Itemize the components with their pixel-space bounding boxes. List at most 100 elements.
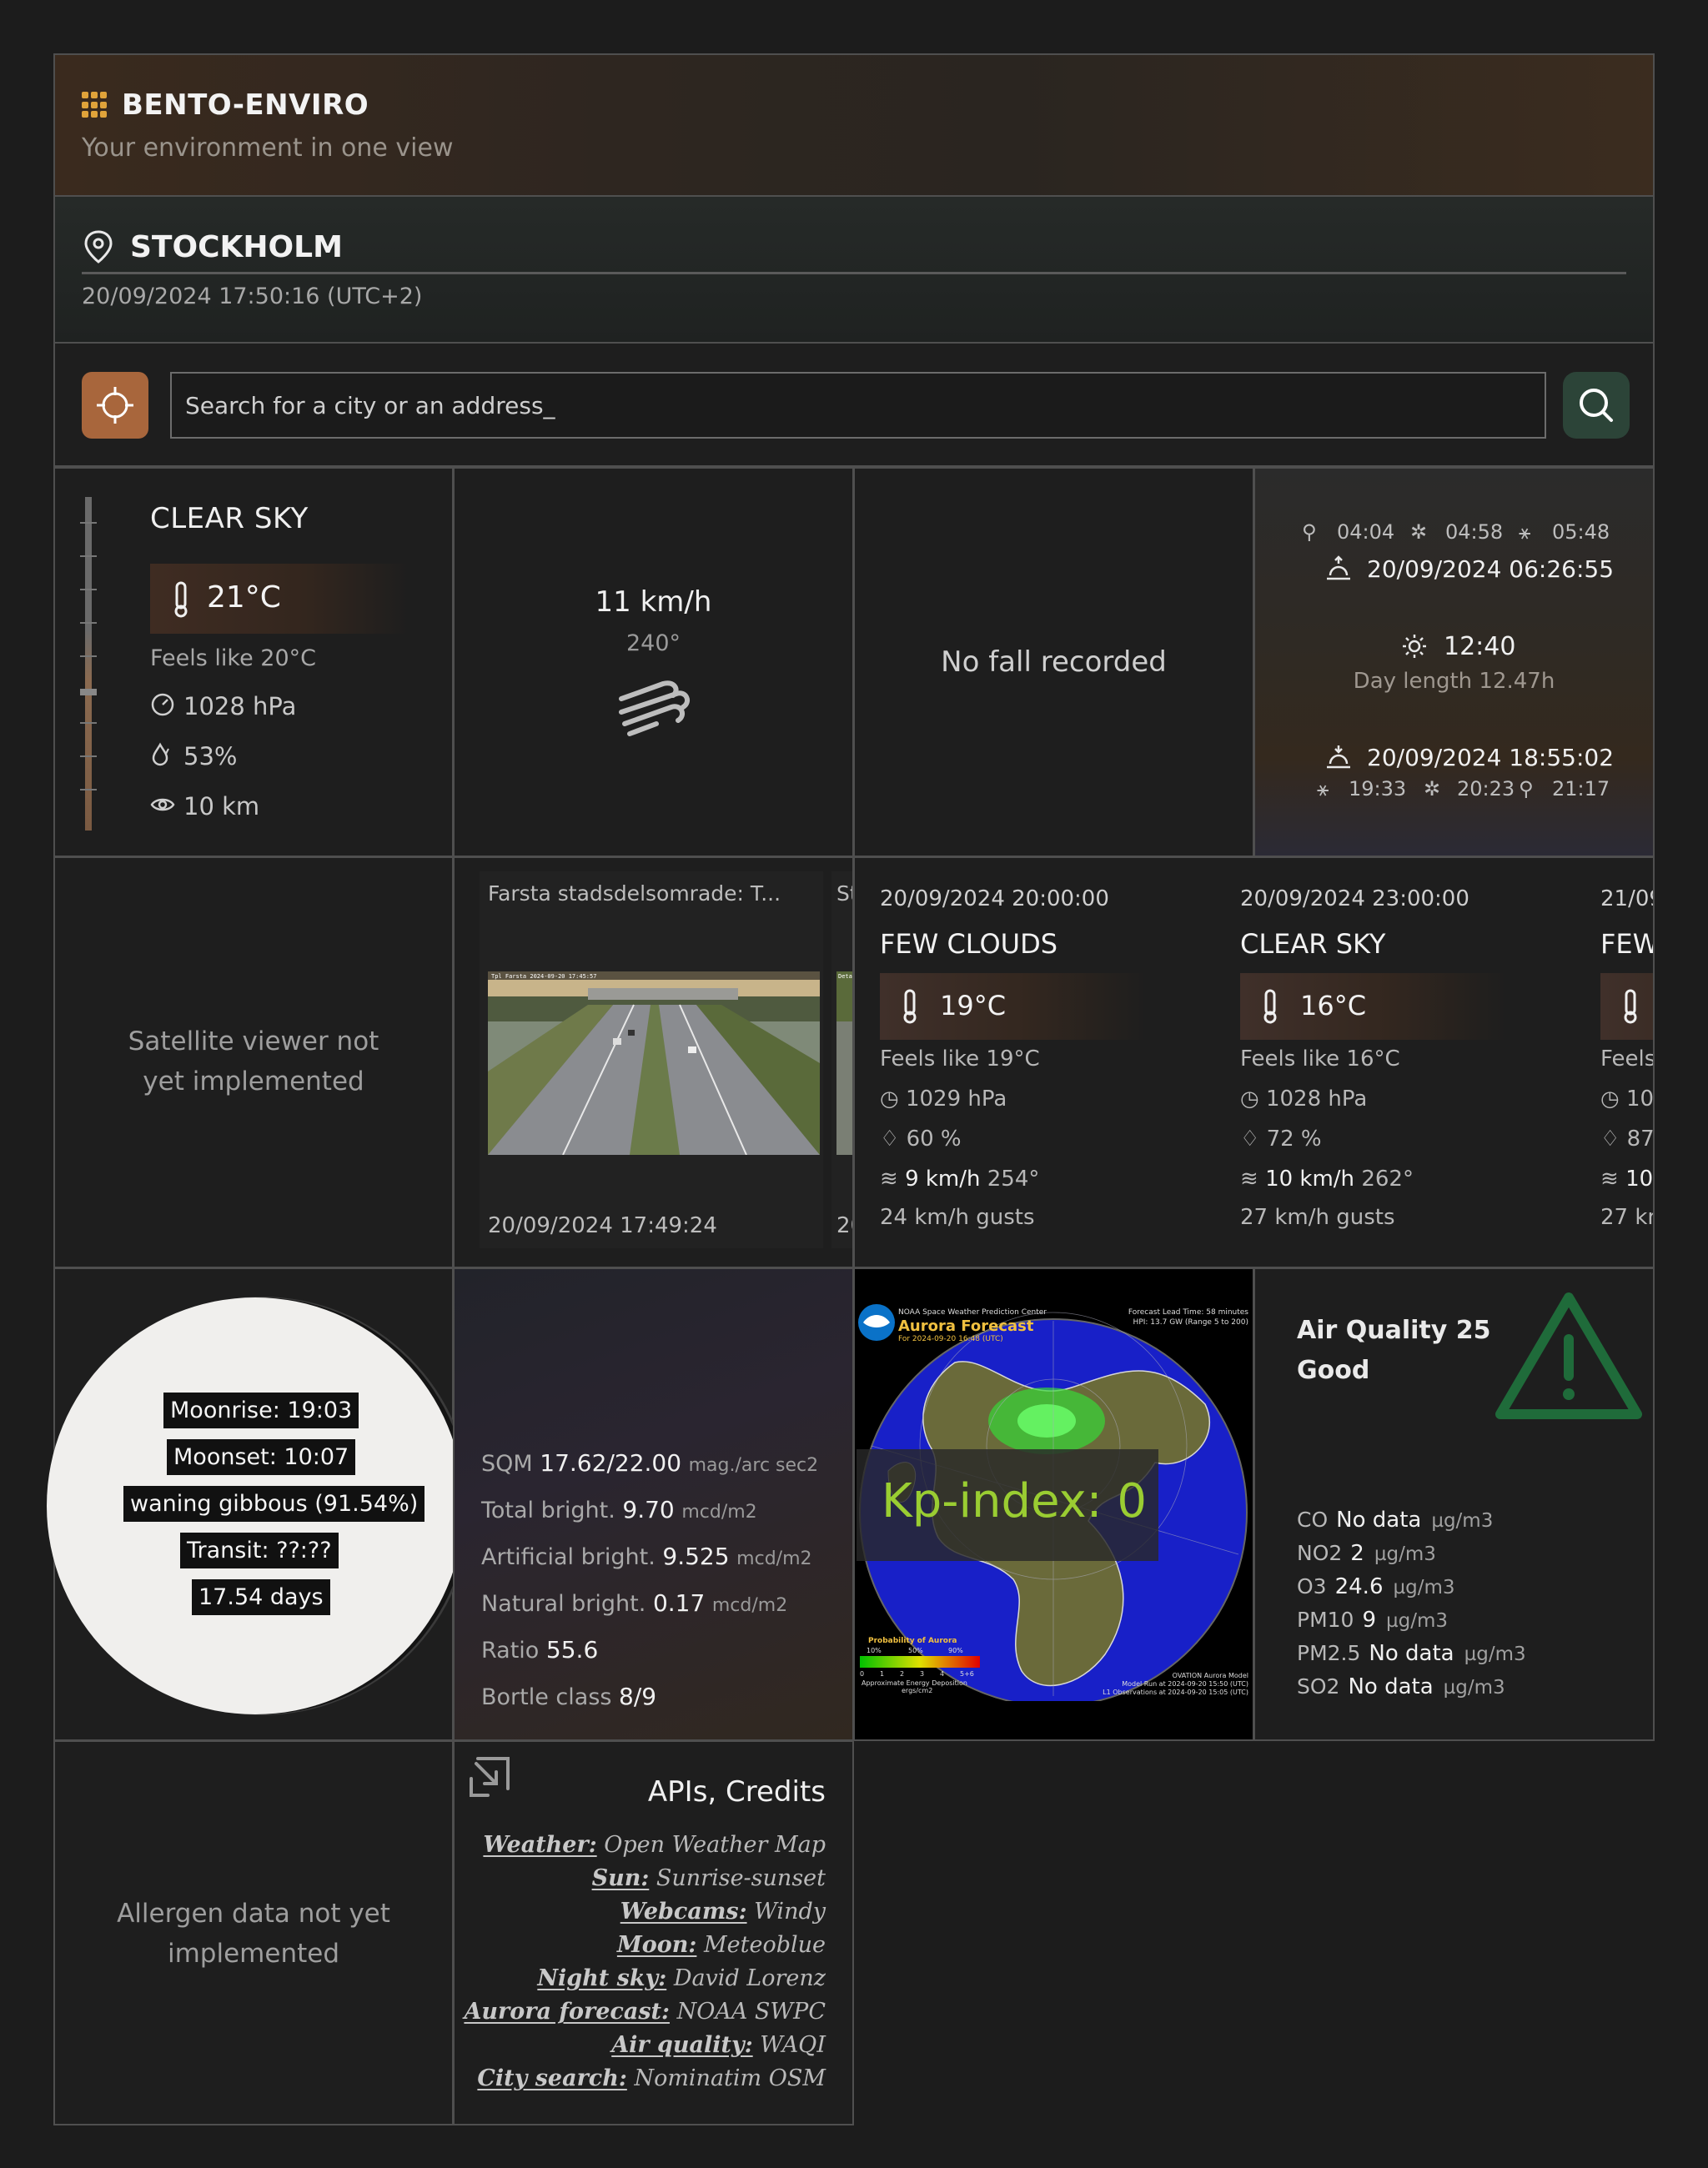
pollutant-unit: µg/m3 (1386, 1610, 1449, 1632)
artificial-brightness-row: Artificial bright. 9.525 mcd/m2 (481, 1543, 812, 1570)
search-button[interactable] (1563, 372, 1630, 439)
forecast-date: 20/09/2024 23:00:00 (1240, 886, 1469, 911)
aurora-scale-tick: 3 (920, 1670, 924, 1678)
webcam-card[interactable]: St Detalj 20 (831, 871, 852, 1248)
telescope-icon: ⚲ (1302, 520, 1317, 544)
aurora-model-run: Model Run at 2024-09-20 15:50 (UTC) (1122, 1680, 1248, 1688)
pollutant-row: NO2 2 µg/m3 (1297, 1541, 1436, 1566)
weather-condition: CLEAR SKY (150, 502, 309, 535)
app-header: BENTO-ENVIRO Your environment in one vie… (53, 53, 1655, 197)
sunset-icon (1325, 744, 1352, 769)
divider (82, 272, 1626, 274)
aurora-header-text: NOAA Space Weather Prediction Center (898, 1308, 1047, 1317)
pollutant-name: PM2.5 (1297, 1641, 1361, 1665)
humidity-icon: ♢ (880, 1127, 900, 1152)
credit-source: NOAA SWPC (676, 1999, 826, 2025)
pollutant-unit: µg/m3 (1374, 1543, 1436, 1565)
credit-link[interactable]: Sun: (592, 1865, 650, 1891)
thermometer-icon (1624, 989, 1637, 1024)
forecast-pressure-row: ◷ 1029 hPa (880, 1087, 1007, 1112)
moon-tile: Moonrise: 19:03 Moonset: 10:07 waning gi… (47, 1267, 464, 1741)
artificial-brightness-label: Artificial bright. (481, 1544, 656, 1570)
grid-logo-icon (82, 92, 108, 118)
forecast-temperature: 19°C (940, 990, 1007, 1021)
locate-me-button[interactable] (82, 372, 148, 439)
kp-index: Kp-index: 0 (882, 1474, 1147, 1528)
thermometer-icon (174, 581, 188, 618)
aurora-energy-unit: ergs/cm2 (902, 1687, 932, 1694)
air-quality-level: Good (1297, 1356, 1370, 1385)
credit-link[interactable]: Air quality: (611, 2032, 752, 2058)
gauge-icon (150, 692, 175, 717)
webcam-image[interactable]: Detalj (836, 971, 852, 1155)
credit-source: Open Weather Map (604, 1832, 826, 1858)
aurora-scale-tick: 5+6 (960, 1670, 974, 1678)
credit-line: Moon: Meteoblue (617, 1932, 826, 1958)
forecast-humidity-row: ♢ 72 % (1240, 1127, 1322, 1152)
gauge-icon: ◷ (880, 1087, 899, 1112)
webcam-tile: Farsta stadsdelsomrade: T... Tpl Farsta … (453, 856, 854, 1268)
pollutant-value: 2 (1350, 1541, 1364, 1566)
aurora-scale-tick: 4 (940, 1670, 944, 1678)
forecast-feels-like: Feels like 16°C (1240, 1046, 1400, 1071)
moonset: Moonset: 10:07 (167, 1439, 356, 1475)
wind-direction: 240° (625, 630, 681, 656)
satellite-tile: Satellite viewer not yet implemented (53, 856, 454, 1268)
forecast-pressure: 10 (1625, 1087, 1655, 1112)
webcam-image[interactable]: Tpl Farsta 2024-09-20 17:45:57 (488, 971, 820, 1155)
forecast-date: 21/09 (1600, 886, 1653, 911)
allergen-tile: Allergen data not yet implemented (53, 1740, 454, 2125)
credit-link[interactable]: Aurora forecast: (464, 1999, 670, 2025)
credit-link[interactable]: Weather: (483, 1832, 596, 1858)
sun-tile: ⚲ 04:04 ✲ 04:58 ⚹ 05:48 20/09/2024 06:26… (1253, 467, 1655, 857)
natural-brightness-label: Natural bright. (481, 1591, 646, 1617)
air-quality-title: Air Quality 25 Good (1297, 1311, 1491, 1391)
forecast-wind-row: ≋ 10 (1600, 1167, 1653, 1192)
forecast-date: 20/09/2024 20:00:00 (880, 886, 1109, 911)
credit-line: Webcams: Windy (620, 1899, 826, 1925)
sunrise-time: 20/09/2024 06:26:55 (1367, 555, 1615, 583)
forecast-wind-speed: 10 (1625, 1167, 1654, 1192)
forecast-temp-chip: 16°C (1240, 973, 1507, 1040)
visibility: 10 km (183, 792, 260, 821)
bortle-class: 8/9 (619, 1683, 657, 1710)
credits-title: APIs, Credits (647, 1775, 826, 1809)
current-weather-tile: CLEAR SKY 21°C Feels like 20°C 1028 hPa … (53, 467, 454, 857)
forecast-wind-row: ≋ 10 km/h 262° (1240, 1167, 1414, 1192)
wind-speed: 11 km/h (595, 585, 712, 619)
pollutant-unit: µg/m3 (1393, 1577, 1455, 1598)
expand-icon[interactable] (466, 1754, 513, 1800)
forecast-wind-speed: 9 km/h (905, 1167, 981, 1192)
forecast-humidity: 72 % (1266, 1127, 1322, 1152)
aurora-prob-tick: 50% (908, 1647, 923, 1654)
credit-link[interactable]: Night sky: (537, 1965, 666, 1991)
app-subtitle: Your environment in one view (82, 133, 454, 163)
credit-link[interactable]: Moon: (617, 1932, 697, 1958)
credit-link[interactable]: City search: (477, 2065, 626, 2091)
credit-line: Night sky: David Lorenz (537, 1965, 826, 1991)
total-brightness-label: Total bright. (481, 1498, 615, 1523)
humidity-icon: ♢ (1600, 1127, 1620, 1152)
sqm-row: SQM 17.62/22.00 mag./arc sec2 (481, 1449, 818, 1477)
forecast-condition: FEW (1600, 928, 1655, 960)
forecast-card: 21/09 FEW Feels ◷ 10 ♢ 87 ≋ 10 27 km (1575, 858, 1655, 1267)
person-icon: ⚹ (1317, 777, 1329, 800)
thermometer-icon (1263, 989, 1277, 1024)
crosshair-icon (97, 387, 133, 424)
natural-brightness-row: Natural bright. 0.17 mcd/m2 (481, 1589, 787, 1617)
app-title: BENTO-ENVIRO (122, 88, 369, 122)
precipitation-status: No fall recorded (941, 645, 1167, 679)
air-quality-index: Air Quality 25 (1297, 1316, 1491, 1345)
search-input[interactable] (170, 372, 1546, 439)
moon-age: 17.54 days (192, 1579, 330, 1615)
forecast-feels-like: Feels (1600, 1046, 1655, 1071)
forecast-humidity: 87 (1626, 1127, 1655, 1152)
aurora-tile: NOAA Space Weather Prediction Center Aur… (853, 1267, 1254, 1741)
webcam-card[interactable]: Farsta stadsdelsomrade: T... Tpl Farsta … (480, 871, 823, 1248)
credit-source: Windy (754, 1899, 826, 1925)
credit-link[interactable]: Webcams: (620, 1899, 747, 1925)
forecast-tile[interactable]: 20/09/2024 20:00:00 FEW CLOUDS 19°C Feel… (853, 856, 1655, 1268)
kp-index-overlay: Kp-index: 0 (857, 1449, 1158, 1561)
search-bar (53, 344, 1655, 467)
credit-source: Meteoblue (704, 1932, 826, 1958)
